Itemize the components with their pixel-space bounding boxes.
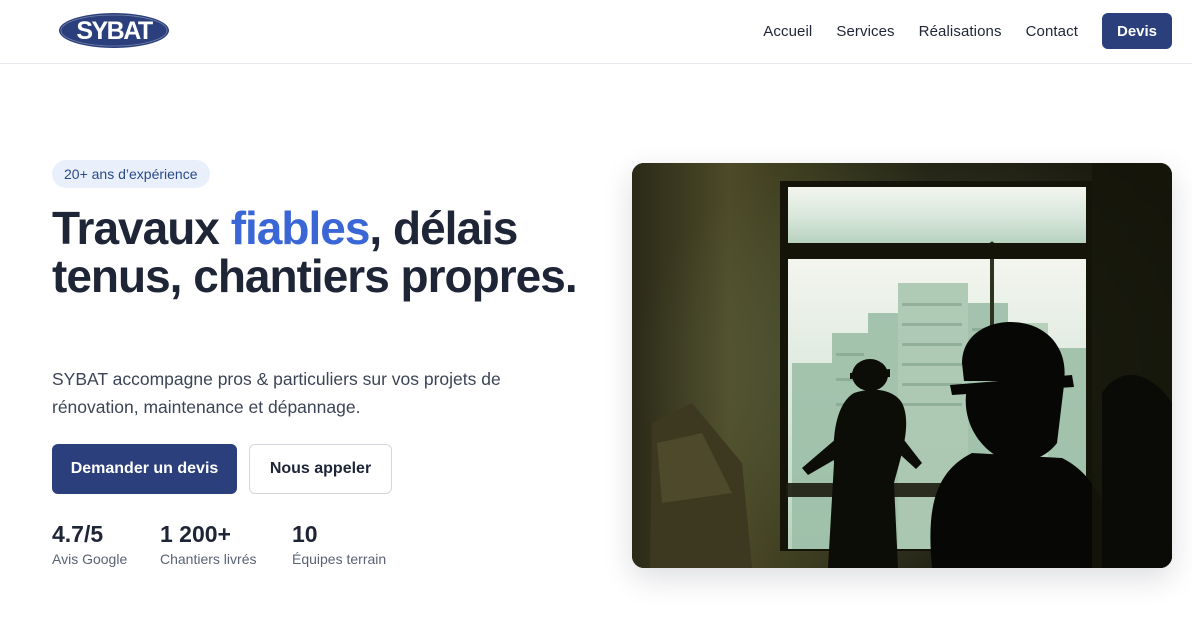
construction-workers-photo bbox=[632, 163, 1172, 568]
hero-subtitle: SYBAT accompagne pros & particuliers sur… bbox=[52, 369, 501, 417]
call-us-button[interactable]: Nous appeler bbox=[249, 444, 392, 494]
stat-value: 10 bbox=[292, 521, 318, 547]
devis-button[interactable]: Devis bbox=[1102, 13, 1172, 49]
stat-label: Avis Google bbox=[52, 551, 128, 567]
stat-value: 4.7/5 bbox=[52, 521, 104, 547]
hero-title-part1: Travaux bbox=[52, 202, 231, 254]
site-header: SYBAT Accueil Services Réalisations Cont… bbox=[0, 0, 1192, 64]
logo-text: SYBAT bbox=[76, 17, 153, 45]
stat-value: 1 200+ bbox=[160, 521, 231, 547]
stat-label: Chantiers livrés bbox=[160, 551, 257, 567]
sybat-logo[interactable]: SYBAT bbox=[58, 12, 170, 49]
nav-contact[interactable]: Contact bbox=[1026, 23, 1078, 40]
main-nav: Accueil Services Réalisations Contact De… bbox=[763, 13, 1172, 49]
nav-realisations[interactable]: Réalisations bbox=[919, 23, 1002, 40]
request-quote-button[interactable]: Demander un devis bbox=[52, 444, 237, 494]
experience-badge: 20+ ans d’expérience bbox=[52, 160, 210, 188]
stat-label: Équipes terrain bbox=[292, 551, 387, 567]
hero-title-accent: fiables bbox=[230, 202, 371, 254]
nav-services[interactable]: Services bbox=[836, 23, 894, 40]
hero-title: Travaux fiables, délais tenus, chantiers… bbox=[52, 204, 592, 300]
stat-rating: 4.7/5 Avis Google bbox=[52, 520, 127, 567]
stat-projects: 1 200+ Chantiers livrés bbox=[160, 520, 256, 567]
nav-accueil[interactable]: Accueil bbox=[763, 23, 812, 40]
stat-teams: 10 Équipes terrain bbox=[292, 520, 386, 567]
